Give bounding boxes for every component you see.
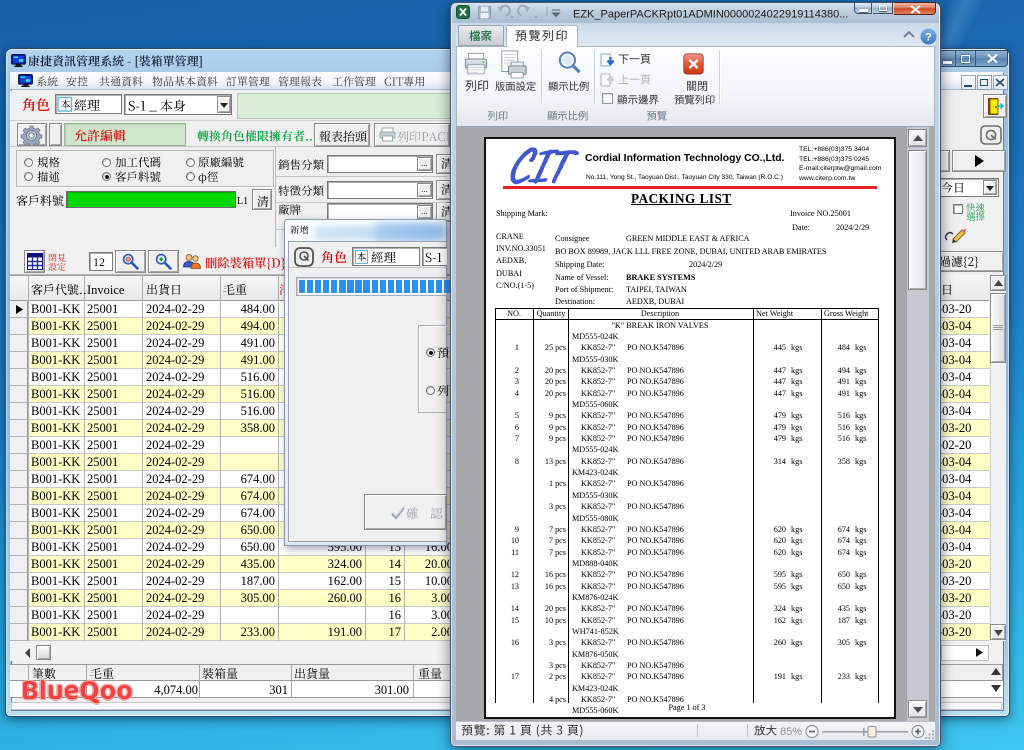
svg-text:?: ?	[925, 32, 932, 44]
